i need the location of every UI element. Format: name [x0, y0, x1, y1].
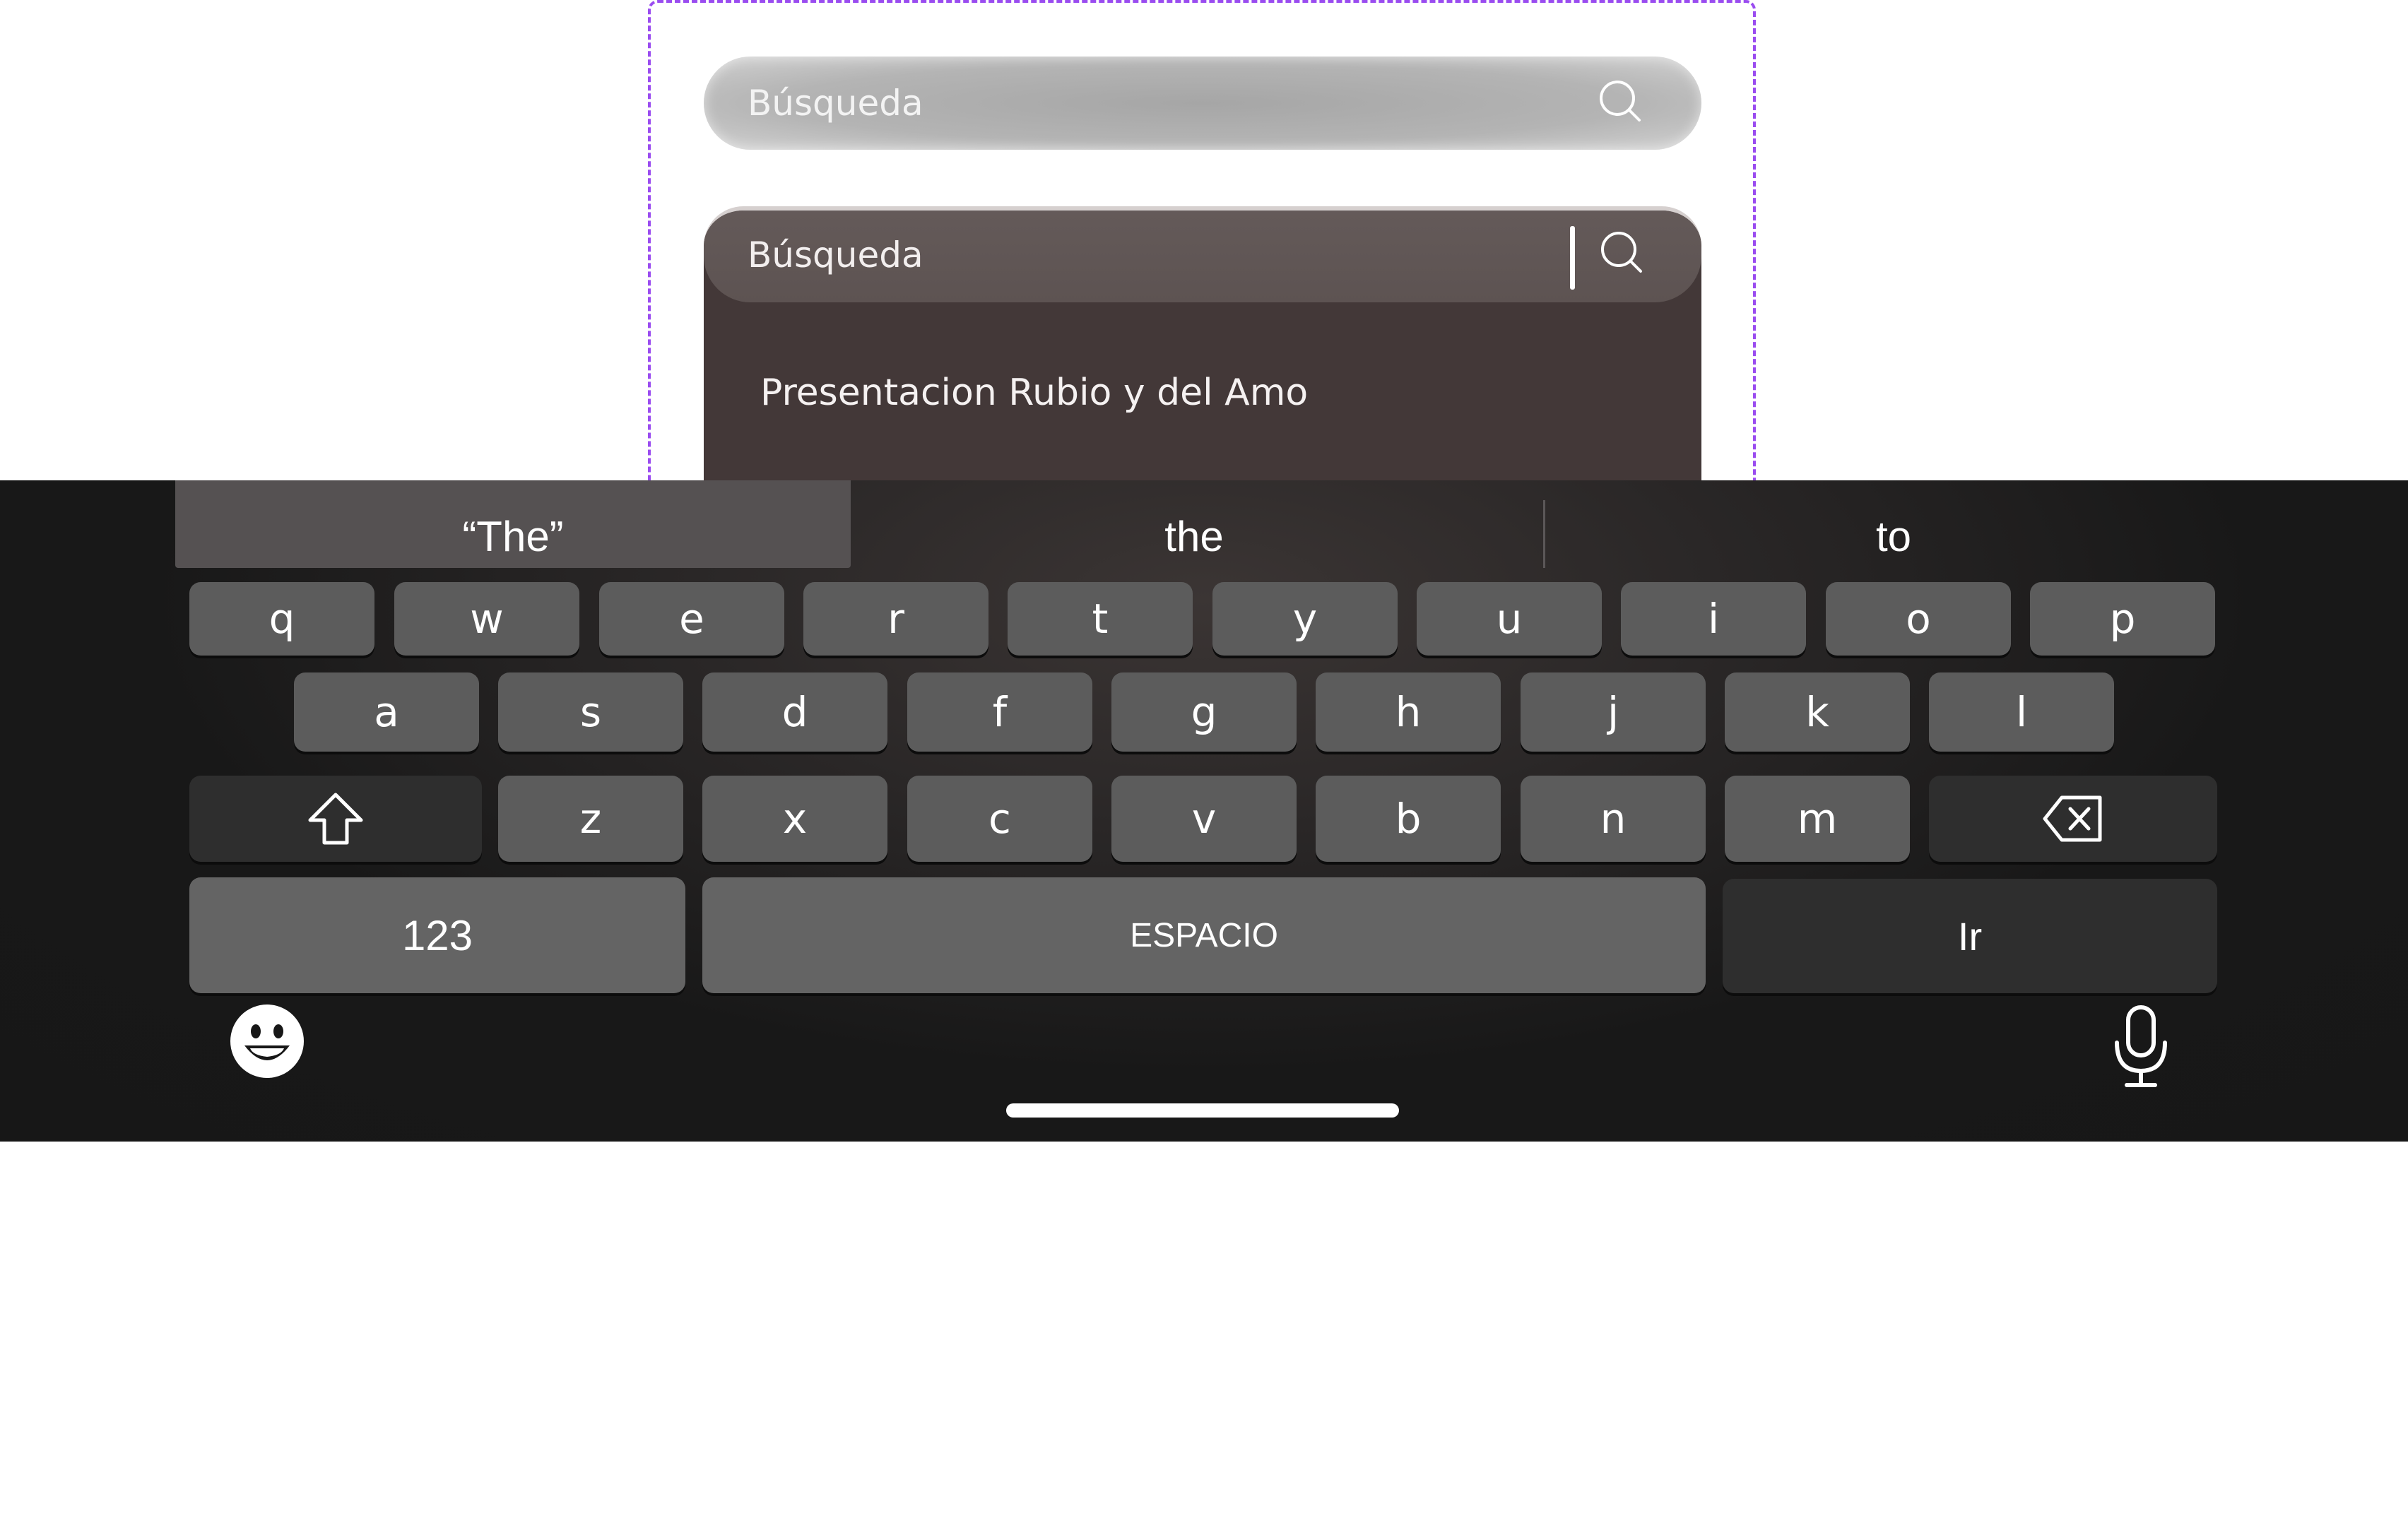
key-t[interactable]: t — [1008, 582, 1193, 656]
key-k[interactable]: k — [1725, 672, 1910, 752]
key-i[interactable]: i — [1621, 582, 1806, 656]
virtual-keyboard: “The” the to q w e r t y u i o p a s d f… — [0, 480, 2408, 1522]
key-o[interactable]: o — [1826, 582, 2011, 656]
numbers-key[interactable]: 123 — [189, 877, 685, 993]
key-v[interactable]: v — [1111, 776, 1297, 862]
microphone-icon[interactable] — [2111, 1005, 2171, 1089]
suggestion-item[interactable]: Presentacion Rubio y del Amo — [760, 372, 1308, 414]
key-c[interactable]: c — [907, 776, 1092, 862]
prediction-2[interactable]: the — [855, 480, 1533, 568]
backspace-key[interactable] — [1929, 776, 2217, 862]
key-g[interactable]: g — [1111, 672, 1297, 752]
key-p[interactable]: p — [2030, 582, 2215, 656]
key-u[interactable]: u — [1417, 582, 1602, 656]
home-indicator[interactable] — [1006, 1103, 1399, 1118]
key-n[interactable]: n — [1521, 776, 1706, 862]
key-h[interactable]: h — [1316, 672, 1501, 752]
search-icon[interactable] — [1598, 79, 1642, 123]
key-x[interactable]: x — [702, 776, 887, 862]
prediction-3[interactable]: to — [1547, 480, 2240, 568]
prediction-divider — [1543, 500, 1545, 568]
key-q[interactable]: q — [189, 582, 374, 656]
emoji-icon[interactable] — [228, 1002, 307, 1081]
key-w[interactable]: w — [394, 582, 579, 656]
shift-key[interactable] — [189, 776, 482, 862]
backspace-icon — [2042, 793, 2104, 844]
search-placeholder: Búsqueda — [748, 83, 923, 124]
key-a[interactable]: a — [294, 672, 479, 752]
search-icon[interactable] — [1600, 230, 1643, 274]
key-s[interactable]: s — [498, 672, 683, 752]
prediction-1[interactable]: “The” — [175, 480, 851, 568]
search-bar-idle[interactable]: Búsqueda — [704, 57, 1701, 150]
space-key[interactable]: ESPACIO — [702, 877, 1706, 993]
search-placeholder: Búsqueda — [748, 235, 923, 275]
key-d[interactable]: d — [702, 672, 887, 752]
search-dropdown: Búsqueda Presentacion Rubio y del Amo — [704, 206, 1701, 517]
key-f[interactable]: f — [907, 672, 1092, 752]
key-b[interactable]: b — [1316, 776, 1501, 862]
go-key[interactable]: Ir — [1723, 879, 2217, 993]
key-y[interactable]: y — [1212, 582, 1398, 656]
key-e[interactable]: e — [599, 582, 784, 656]
key-z[interactable]: z — [498, 776, 683, 862]
shift-icon — [306, 792, 365, 846]
key-j[interactable]: j — [1521, 672, 1706, 752]
key-l[interactable]: l — [1929, 672, 2114, 752]
key-r[interactable]: r — [803, 582, 988, 656]
key-m[interactable]: m — [1725, 776, 1910, 862]
close-keyboard-button[interactable]: Cerrar — [1095, 1471, 1357, 1523]
text-cursor — [1570, 226, 1575, 290]
search-bar-active[interactable]: Búsqueda — [704, 211, 1701, 302]
